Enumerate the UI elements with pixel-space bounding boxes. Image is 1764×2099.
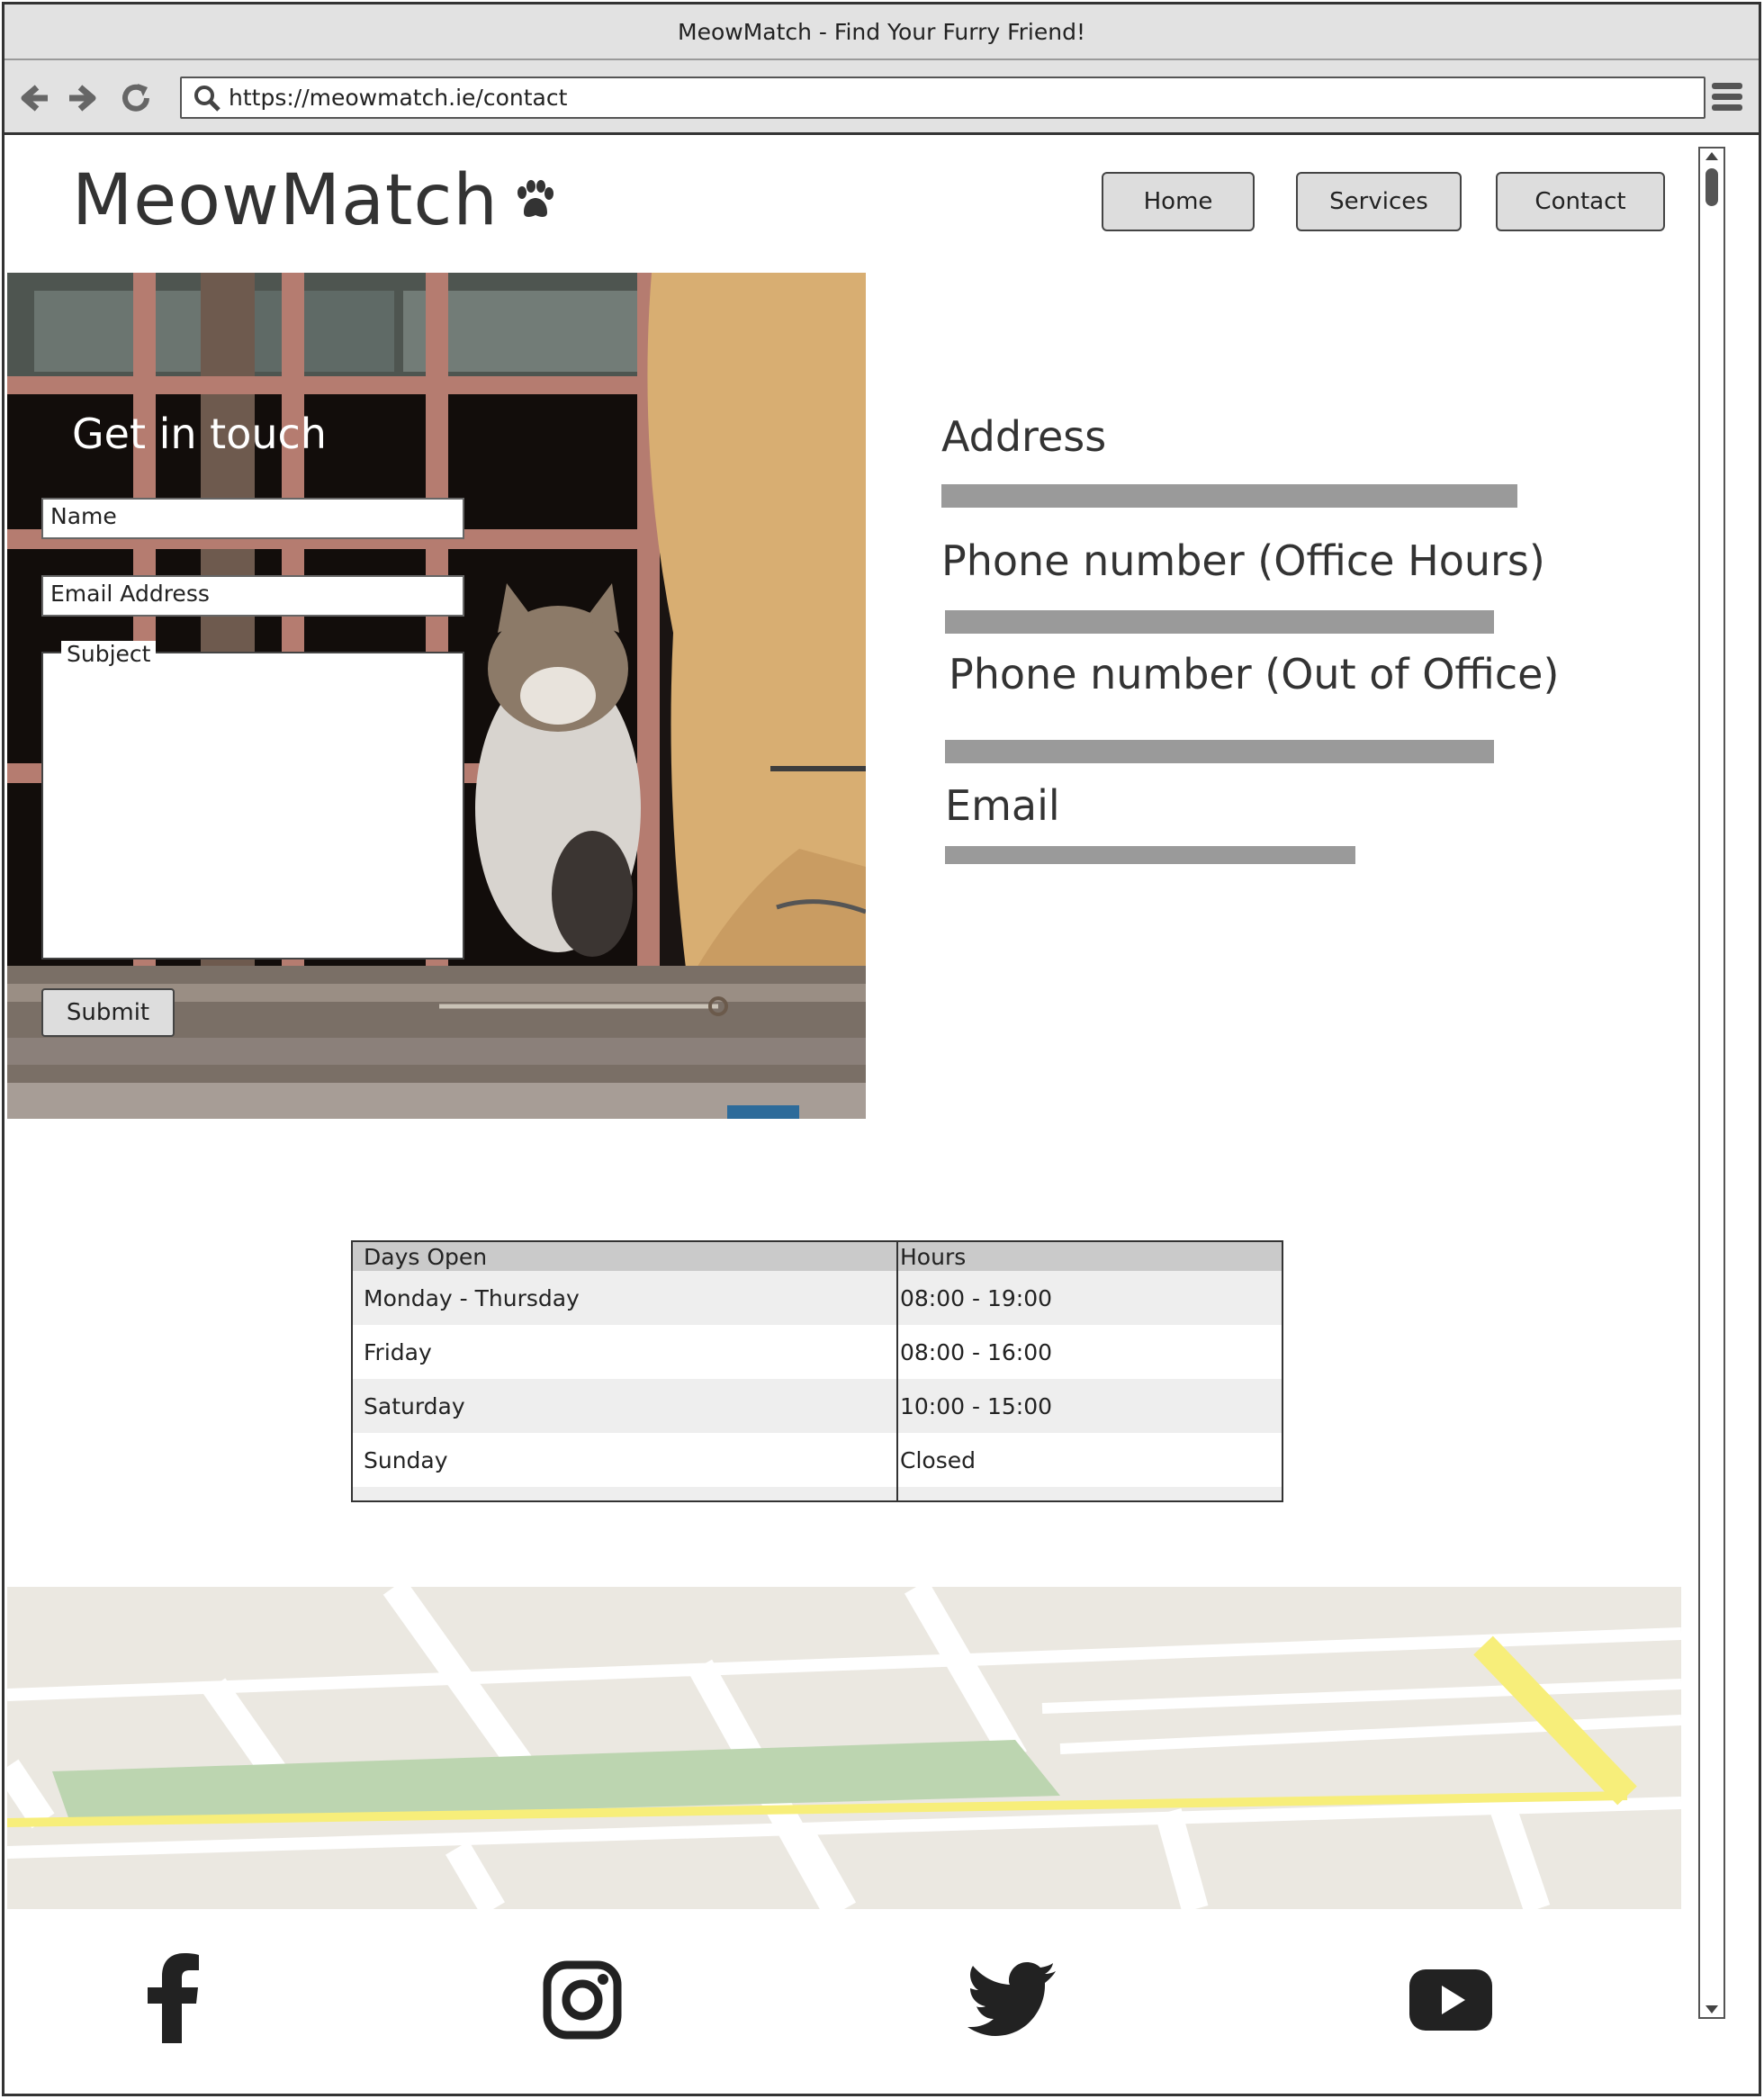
nav-services-button[interactable]: Services [1296,172,1462,231]
url-text[interactable]: https://meowmatch.ie/contact [229,85,567,111]
submit-label: Submit [66,999,150,1026]
name-input[interactable]: Name [41,498,464,539]
table-cell-day: Saturday [353,1379,898,1433]
browser-toolbar: https://meowmatch.ie/contact [4,60,1759,135]
form-heading: Get in touch [72,410,327,458]
subject-textarea[interactable]: Subject [41,641,464,959]
forward-arrow-icon[interactable] [64,80,100,116]
table-header-row: Days Open Hours [353,1242,1282,1271]
table-cell-day: Monday - Thursday [353,1271,898,1325]
table-row: Sunday Closed [353,1433,1282,1487]
menu-icon[interactable] [1712,83,1742,113]
search-icon [194,85,220,112]
name-placeholder: Name [50,503,117,529]
table-cell-hours: 08:00 - 16:00 [900,1338,1053,1365]
table-row: Friday 08:00 - 16:00 [353,1325,1282,1379]
nav-home-button[interactable]: Home [1102,172,1255,231]
email-placeholder: Email Address [50,581,210,607]
scroll-down-arrow-icon[interactable] [1706,2005,1718,2013]
window-title: MeowMatch - Find Your Furry Friend! [678,18,1085,45]
scroll-up-arrow-icon[interactable] [1706,152,1718,160]
nav-home-label: Home [1143,188,1213,215]
phone-office-value-placeholder [945,610,1494,634]
map-graphic [7,1587,1681,1909]
site-logo[interactable]: MeowMatch [72,160,556,241]
header-days: Days Open [353,1242,898,1271]
table-row-empty [353,1487,1282,1500]
nav-services-label: Services [1329,188,1428,215]
table-cell-hours: 08:00 - 19:00 [900,1284,1053,1311]
address-value-placeholder [941,484,1517,508]
nav-contact-label: Contact [1534,188,1626,215]
subject-label: Subject [61,641,157,667]
back-arrow-icon[interactable] [17,80,53,116]
header-hours: Hours [900,1243,967,1270]
paw-icon [517,180,554,217]
table-cell-hours: Closed [900,1446,976,1473]
phone-out-value-placeholder [945,740,1494,763]
email-value-placeholder [945,846,1355,864]
address-bar[interactable]: https://meowmatch.ie/contact [180,77,1706,119]
twitter-icon[interactable] [968,1962,1058,2041]
address-label: Address [941,412,1107,461]
location-map[interactable] [7,1587,1681,1909]
contact-hero: Get in touch Name Email Address Subject … [7,273,866,1119]
submit-button[interactable]: Submit [41,988,175,1037]
table-row: Monday - Thursday 08:00 - 19:00 [353,1271,1282,1325]
nav-contact-button[interactable]: Contact [1496,172,1665,231]
table-cell-day: Sunday [353,1433,898,1487]
window-title-bar: MeowMatch - Find Your Furry Friend! [4,5,1759,60]
opening-hours-table: Days Open Hours Monday - Thursday 08:00 … [351,1240,1283,1502]
logo-text: MeowMatch [72,160,499,241]
vertical-scrollbar[interactable] [1698,147,1725,2019]
youtube-icon[interactable] [1409,1969,1492,2034]
reload-icon[interactable] [118,80,154,116]
phone-office-label: Phone number (Office Hours) [941,536,1545,585]
email-input[interactable]: Email Address [41,575,464,617]
facebook-icon[interactable] [142,1953,205,2047]
table-cell-day: Friday [353,1325,898,1379]
phone-out-label: Phone number (Out of Office) [949,650,1560,698]
instagram-icon[interactable] [543,1960,622,2043]
table-cell-hours: 10:00 - 15:00 [900,1392,1053,1419]
scrollbar-thumb[interactable] [1706,168,1718,206]
email-label: Email [945,781,1060,830]
table-row: Saturday 10:00 - 15:00 [353,1379,1282,1433]
